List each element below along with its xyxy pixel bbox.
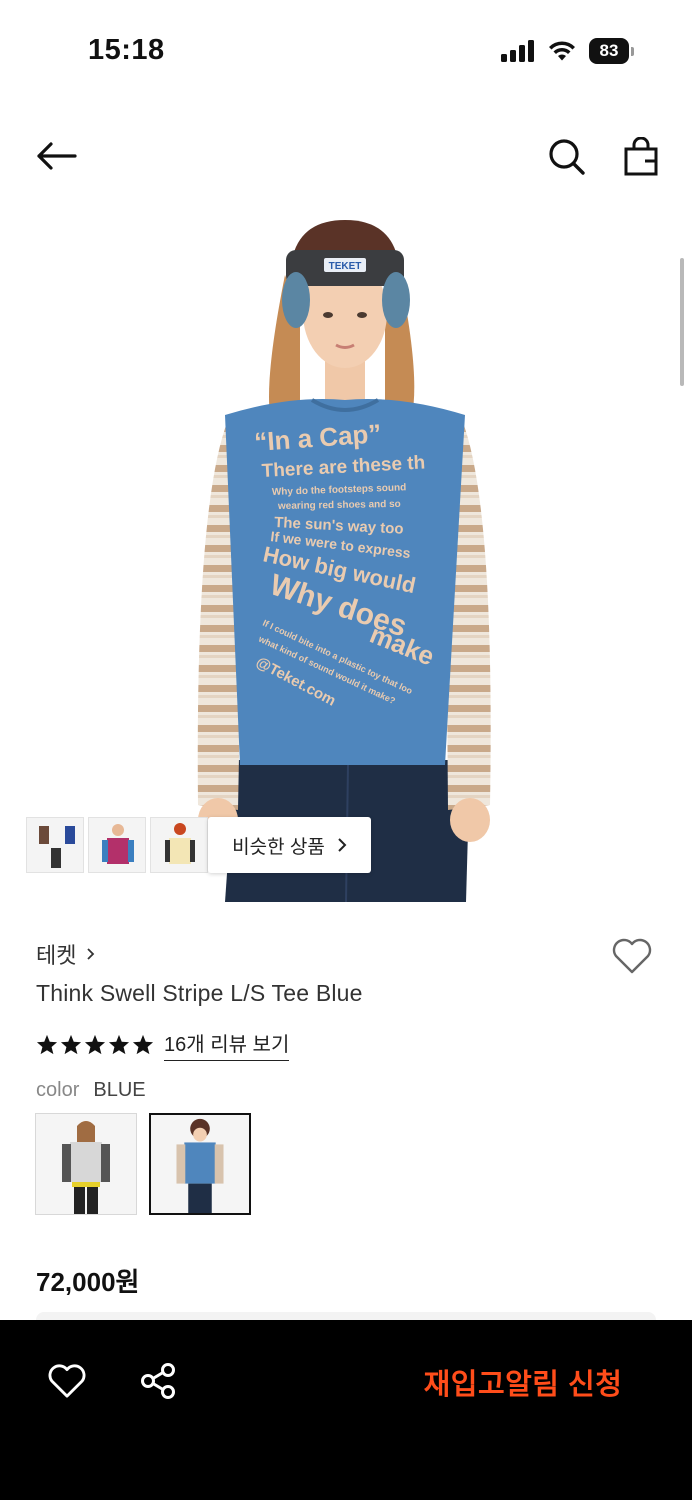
color-row: color BLUE bbox=[36, 1079, 146, 1102]
battery-indicator: 83 bbox=[589, 38, 634, 64]
thumbnail-image bbox=[89, 818, 145, 872]
rating-row: 16개 리뷰 보기 bbox=[36, 1028, 290, 1061]
similar-products-label: 비슷한 상품 bbox=[232, 836, 325, 858]
share-icon bbox=[141, 1363, 175, 1399]
similar-thumbnail[interactable] bbox=[26, 817, 84, 873]
star-icon bbox=[60, 1034, 82, 1055]
status-bar: 15:18 83 bbox=[0, 0, 692, 100]
color-swatches bbox=[35, 1113, 251, 1215]
shirt-text-line-4: wearing red shoes and so bbox=[277, 499, 401, 512]
similar-thumbnail[interactable] bbox=[150, 817, 208, 873]
swatch-image bbox=[151, 1115, 249, 1213]
star-icon bbox=[84, 1034, 106, 1055]
arrow-left-icon bbox=[37, 142, 77, 170]
back-button[interactable] bbox=[30, 134, 82, 178]
star-icon bbox=[132, 1034, 154, 1055]
thumbnail-image bbox=[151, 818, 207, 872]
color-label: color bbox=[36, 1079, 80, 1101]
similar-products-button[interactable]: 비슷한 상품 bbox=[208, 817, 371, 873]
rating-stars bbox=[36, 1034, 154, 1055]
product-name: Think Swell Stripe L/S Tee Blue bbox=[36, 980, 363, 1006]
cart-button[interactable] bbox=[618, 134, 664, 180]
status-time: 15:18 bbox=[88, 34, 165, 66]
bottom-action-bar: 재입고알림 신청 bbox=[0, 1320, 692, 1500]
shopping-bag-icon bbox=[624, 137, 658, 176]
thumbnail-image bbox=[27, 818, 83, 872]
model-illustration: TEKET “In a Cap” There are these th Why … bbox=[0, 205, 692, 902]
color-swatch-option-selected[interactable] bbox=[149, 1113, 251, 1215]
swatch-image bbox=[36, 1114, 136, 1214]
product-image[interactable]: TEKET “In a Cap” There are these th Why … bbox=[0, 205, 692, 902]
wishlist-button[interactable] bbox=[608, 934, 656, 978]
like-button[interactable] bbox=[44, 1360, 90, 1402]
product-price: 72,000원 bbox=[36, 1267, 140, 1297]
cellular-signal-icon bbox=[501, 40, 534, 62]
scrollbar[interactable] bbox=[680, 258, 684, 386]
cap-patch-text: TEKET bbox=[329, 261, 362, 272]
heart-icon bbox=[48, 1364, 86, 1398]
status-icons: 83 bbox=[501, 38, 634, 64]
restock-alert-button[interactable]: 재입고알림 신청 bbox=[398, 1358, 648, 1406]
chevron-right-icon bbox=[87, 948, 95, 960]
color-value: BLUE bbox=[93, 1079, 146, 1101]
heart-icon bbox=[612, 938, 652, 974]
similar-thumbnails bbox=[26, 817, 208, 873]
share-button[interactable] bbox=[136, 1360, 180, 1402]
star-icon bbox=[108, 1034, 130, 1055]
chevron-right-icon bbox=[338, 838, 347, 852]
search-button[interactable] bbox=[544, 134, 590, 180]
battery-level: 83 bbox=[589, 38, 629, 64]
brand-name: 테켓 bbox=[36, 943, 77, 968]
top-nav bbox=[0, 120, 692, 192]
star-icon bbox=[36, 1034, 58, 1055]
search-icon bbox=[549, 139, 585, 175]
color-swatch-option[interactable] bbox=[35, 1113, 137, 1215]
reviews-link[interactable]: 16개 리뷰 보기 bbox=[164, 1028, 290, 1061]
similar-thumbnail[interactable] bbox=[88, 817, 146, 873]
brand-link[interactable]: 테켓 bbox=[36, 938, 95, 970]
wifi-icon bbox=[549, 41, 575, 61]
